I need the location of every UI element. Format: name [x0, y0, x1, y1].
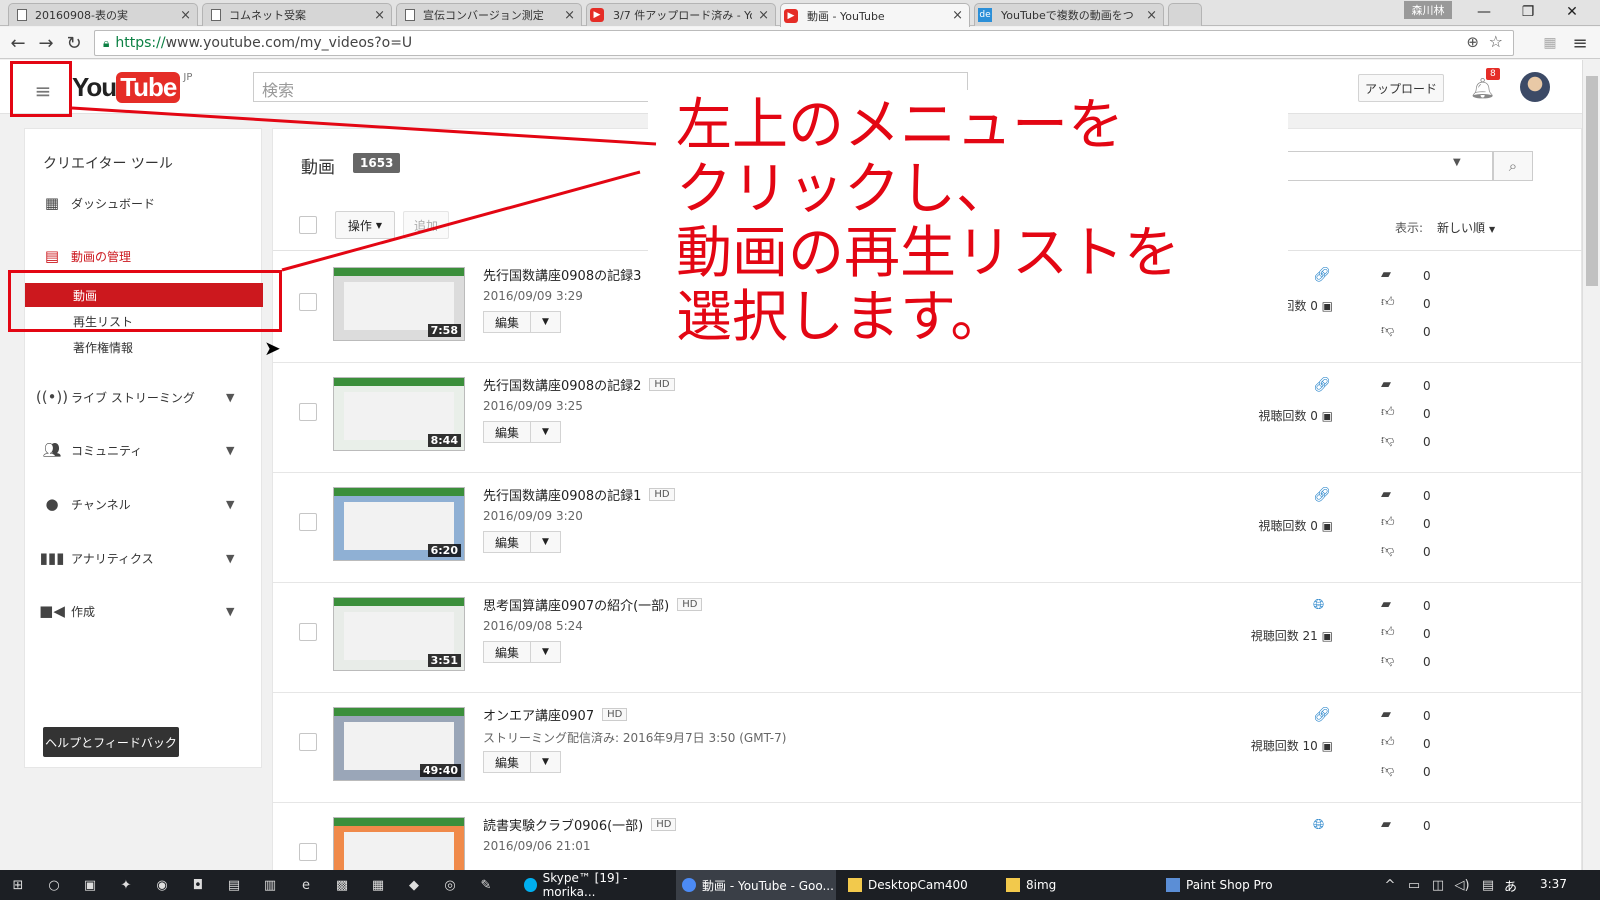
app-icon[interactable]: ◎ [440, 875, 460, 895]
skype-icon [524, 878, 537, 892]
taskbar-app-skype[interactable]: Skype™ [19] - morika... [518, 870, 670, 900]
edge-icon[interactable]: e [296, 875, 316, 895]
folder-icon [848, 878, 862, 892]
windows-start-icon[interactable]: ⊞ [8, 875, 28, 895]
taskbar-app-label: 8img [1026, 878, 1057, 892]
app-icon[interactable]: ◘ [188, 875, 208, 895]
taskbar-app-label: Skype™ [19] - morika... [542, 871, 628, 899]
app-icon[interactable]: ▩ [332, 875, 352, 895]
annotation-line-menu [71, 106, 657, 146]
chevron-up-icon[interactable]: ^ [1380, 875, 1400, 895]
ime-indicator[interactable]: あ [1504, 876, 1517, 895]
battery-icon[interactable]: ▭ [1404, 875, 1424, 895]
chrome-icon[interactable]: ◉ [152, 875, 172, 895]
app-icon[interactable]: ▦ [368, 875, 388, 895]
network-icon[interactable]: ◫ [1428, 875, 1448, 895]
folder-icon [1006, 878, 1020, 892]
paintshop-icon [1166, 878, 1180, 892]
mouse-cursor-icon: ➤ [264, 336, 281, 360]
app-icon[interactable]: ✎ [476, 875, 496, 895]
taskbar-app-chrome[interactable]: 動画 - YouTube - Goo... [676, 870, 836, 900]
volume-icon[interactable]: ◁) [1452, 875, 1472, 895]
chrome-icon [682, 878, 696, 892]
action-center-icon[interactable]: ▤ [1478, 875, 1498, 895]
clock[interactable]: 3:37 [1540, 877, 1567, 891]
app-icon[interactable]: ▤ [224, 875, 244, 895]
taskbar-app-desktopcam[interactable]: DesktopCam400 [842, 870, 992, 900]
cortana-icon[interactable]: ○ [44, 875, 64, 895]
taskbar-app-paintshop[interactable]: Paint Shop Pro [1160, 870, 1310, 900]
taskbar-app-label: 動画 - YouTube - Goo... [702, 878, 834, 893]
taskbar-app-label: Paint Shop Pro [1186, 878, 1273, 892]
app-icon[interactable]: ◆ [404, 875, 424, 895]
taskbar-app-label: DesktopCam400 [868, 878, 968, 892]
taskbar-app-8img[interactable]: 8img [1000, 870, 1150, 900]
app-icon[interactable]: ✦ [116, 875, 136, 895]
windows-taskbar: ⊞ ○ ▣ ✦ ◉ ◘ ▤ ▥ e ▩ ▦ ◆ ◎ ✎ Skype™ [19] … [0, 870, 1600, 900]
annotation-lines [71, 106, 657, 272]
app-icon[interactable]: ▣ [80, 875, 100, 895]
explorer-icon[interactable]: ▥ [260, 875, 280, 895]
annotation-line-playlists [281, 170, 641, 272]
